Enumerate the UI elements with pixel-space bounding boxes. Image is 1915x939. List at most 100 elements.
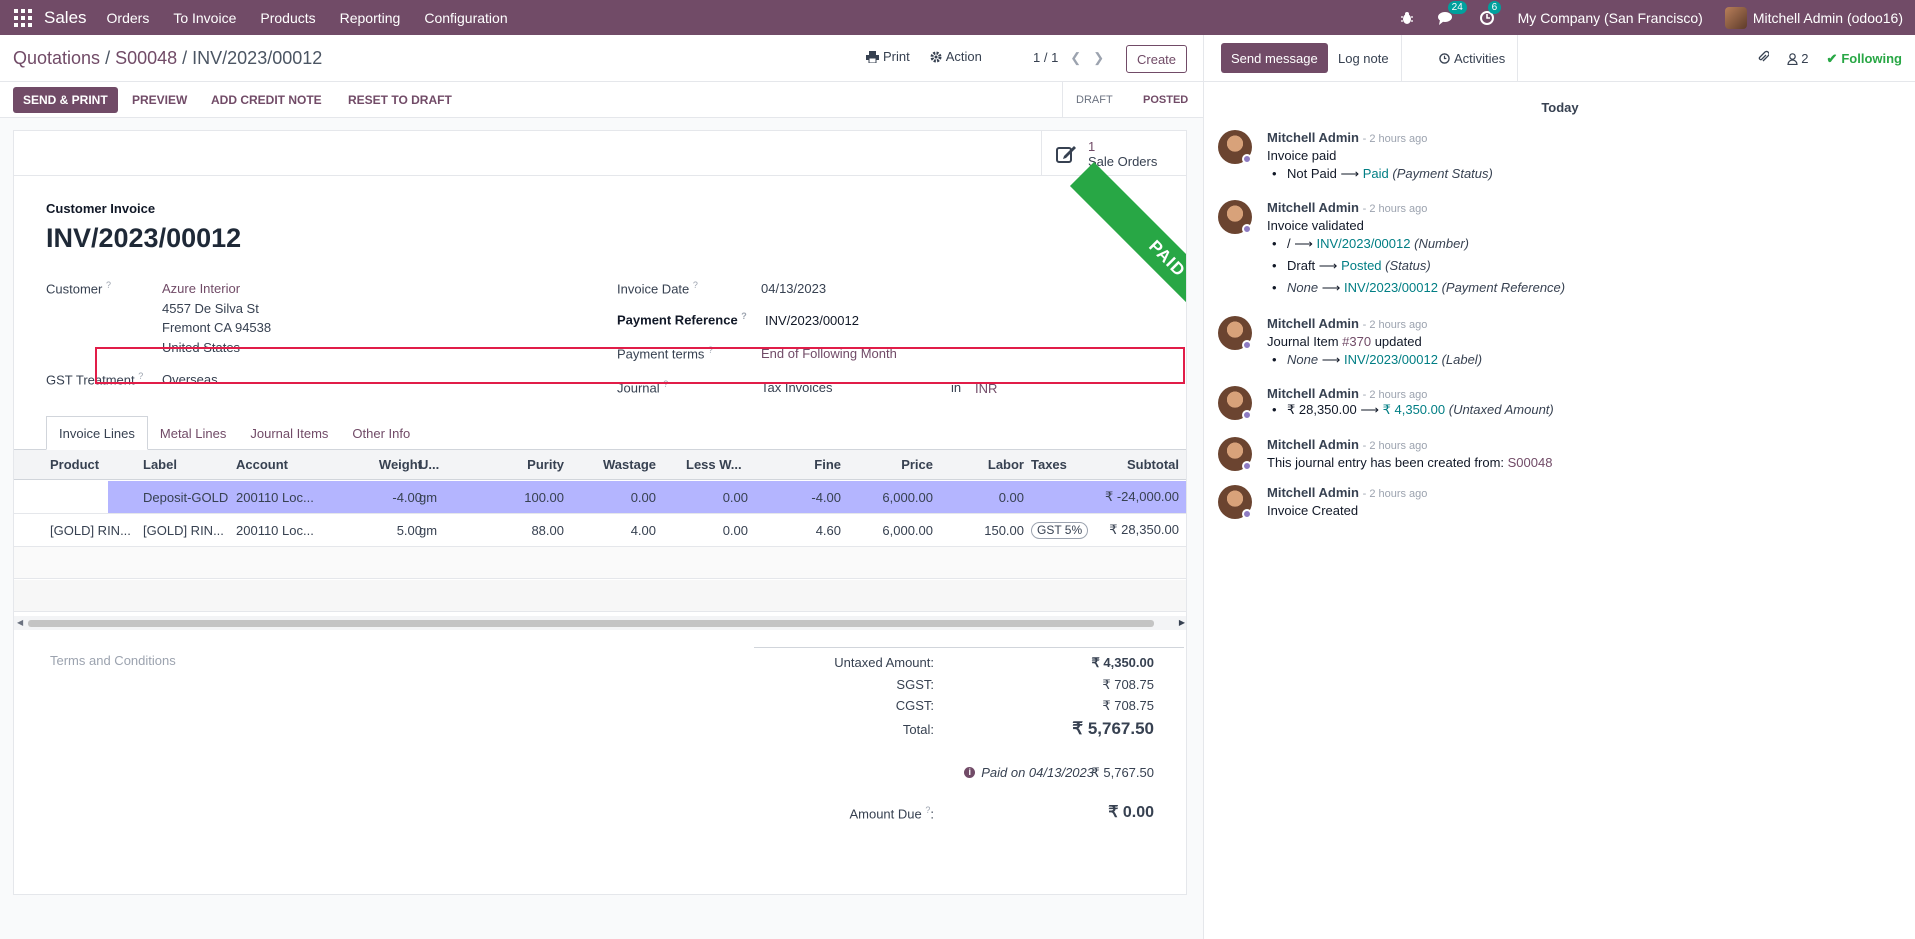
send-message-button[interactable]: Send message [1221, 43, 1328, 73]
company-switcher[interactable]: My Company (San Francisco) [1518, 10, 1703, 26]
cell-less-weight[interactable]: 0.00 [664, 514, 748, 546]
activities-clock-icon[interactable]: 6 [1478, 0, 1502, 27]
payment-reference-input[interactable]: INV/2023/00012 [765, 313, 859, 328]
action-button[interactable]: Action [930, 49, 982, 64]
help-mark[interactable]: ? [663, 379, 668, 389]
stage-draft[interactable]: DRAFT [1076, 82, 1113, 118]
cell-product[interactable] [50, 481, 134, 513]
cell-labor[interactable]: 150.00 [939, 514, 1024, 546]
col-taxes[interactable]: Taxes [1031, 450, 1081, 479]
cell-uom[interactable]: gm [419, 514, 459, 546]
help-mark[interactable]: ? [138, 371, 143, 381]
col-product[interactable]: Product [50, 450, 134, 479]
help-mark[interactable]: ? [708, 345, 713, 355]
terms-and-conditions-placeholder[interactable]: Terms and Conditions [50, 653, 176, 668]
col-account[interactable]: Account [236, 450, 320, 479]
col-labor[interactable]: Labor [939, 450, 1024, 479]
scrollbar-thumb[interactable] [28, 620, 1154, 627]
horizontal-scrollbar[interactable]: ◀ ▶ [14, 616, 1186, 630]
cell-purity[interactable]: 100.00 [474, 481, 564, 513]
col-purity[interactable]: Purity [474, 450, 564, 479]
tab-journal-items[interactable]: Journal Items [238, 416, 340, 450]
col-fine[interactable]: Fine [759, 450, 841, 479]
info-icon[interactable]: i [964, 767, 976, 778]
cell-subtotal[interactable]: ₹ 28,350.00 [1079, 514, 1179, 546]
help-mark[interactable]: ? [693, 280, 698, 290]
menu-orders[interactable]: Orders [107, 10, 150, 26]
log-note-button[interactable]: Log note [1326, 35, 1402, 82]
cell-price[interactable]: 6,000.00 [849, 514, 933, 546]
menu-to-invoice[interactable]: To Invoice [173, 10, 236, 26]
help-mark[interactable]: ? [741, 311, 747, 321]
tab-invoice-lines[interactable]: Invoice Lines [46, 416, 148, 450]
cell-account[interactable]: 200110 Loc... [236, 481, 320, 513]
scroll-right-icon[interactable]: ▶ [1179, 618, 1185, 627]
paperclip-icon[interactable] [1757, 50, 1770, 67]
send-print-button[interactable]: SEND & PRINT [13, 87, 118, 113]
sale-orders-smart-button[interactable]: 1 Sale Orders [1041, 131, 1186, 176]
add-credit-note-button[interactable]: ADD CREDIT NOTE [211, 87, 322, 113]
reset-to-draft-button[interactable]: RESET TO DRAFT [348, 87, 452, 113]
author-name[interactable]: Mitchell Admin [1267, 316, 1359, 331]
user-menu[interactable]: Mitchell Admin (odoo16) [1724, 6, 1903, 29]
cell-label[interactable]: Deposit-GOLD [143, 481, 233, 513]
cell-account[interactable]: 200110 Loc... [236, 514, 320, 546]
menu-products[interactable]: Products [260, 10, 315, 26]
preview-button[interactable]: PREVIEW [132, 87, 187, 113]
cell-weight[interactable]: -4.00 [320, 481, 422, 513]
cell-fine[interactable]: 4.60 [759, 514, 841, 546]
col-weight[interactable]: Weight [320, 450, 422, 479]
chevron-left-icon[interactable]: ❮ [1070, 50, 1081, 66]
cell-weight[interactable]: 5.00 [320, 514, 422, 546]
table-row[interactable]: [GOLD] RIN... [GOLD] RIN... 200110 Loc..… [14, 514, 1186, 547]
author-name[interactable]: Mitchell Admin [1267, 130, 1359, 145]
author-name[interactable]: Mitchell Admin [1267, 200, 1359, 215]
bug-icon[interactable] [1398, 9, 1416, 27]
cell-product[interactable]: [GOLD] RIN... [50, 514, 134, 546]
print-button[interactable]: Print [866, 49, 910, 64]
chevron-right-icon[interactable]: ❯ [1093, 50, 1104, 66]
currency-link[interactable]: INR [975, 381, 997, 396]
table-row[interactable]: Deposit-GOLD 200110 Loc... -4.00 gm 100.… [14, 481, 1186, 514]
activities-button[interactable]: Activities [1427, 35, 1519, 82]
cell-wastage[interactable]: 0.00 [574, 481, 656, 513]
cell-purity[interactable]: 88.00 [474, 514, 564, 546]
col-less-weight[interactable]: Less W... [686, 450, 756, 479]
help-mark[interactable]: ? [106, 280, 111, 290]
apps-menu-icon[interactable] [12, 7, 34, 29]
stage-posted[interactable]: POSTED [1143, 82, 1188, 118]
cell-label[interactable]: [GOLD] RIN... [143, 514, 227, 546]
cell-labor[interactable]: 0.00 [939, 481, 1024, 513]
author-name[interactable]: Mitchell Admin [1267, 485, 1359, 500]
sale-order-link[interactable]: S00048 [1508, 455, 1553, 470]
col-uom[interactable]: U... [419, 450, 459, 479]
menu-configuration[interactable]: Configuration [424, 10, 507, 26]
journal-item-link[interactable]: #370 [1342, 334, 1371, 349]
messages-icon[interactable]: 24 [1437, 0, 1467, 27]
customer-link[interactable]: Azure Interior [162, 281, 240, 296]
menu-reporting[interactable]: Reporting [340, 10, 401, 26]
col-wastage[interactable]: Wastage [574, 450, 656, 479]
cell-less-weight[interactable]: 0.00 [664, 481, 748, 513]
cell-subtotal[interactable]: ₹ -24,000.00 [1079, 481, 1179, 513]
breadcrumb-quotations[interactable]: Quotations [13, 48, 100, 68]
pager-value[interactable]: 1 / 1 [1033, 50, 1058, 66]
col-price[interactable]: Price [849, 450, 933, 479]
breadcrumb-order[interactable]: S00048 [115, 48, 177, 68]
scroll-left-icon[interactable]: ◀ [17, 618, 23, 627]
cell-fine[interactable]: -4.00 [759, 481, 841, 513]
tab-metal-lines[interactable]: Metal Lines [148, 416, 238, 450]
author-name[interactable]: Mitchell Admin [1267, 437, 1359, 452]
cell-taxes[interactable] [1031, 481, 1081, 513]
cell-wastage[interactable]: 4.00 [574, 514, 656, 546]
app-name[interactable]: Sales [44, 8, 87, 28]
tab-other-info[interactable]: Other Info [340, 416, 422, 450]
cell-price[interactable]: 6,000.00 [849, 481, 933, 513]
followers-button[interactable]: 2 [1787, 51, 1808, 66]
col-subtotal[interactable]: Subtotal [1089, 450, 1179, 479]
payment-terms-link[interactable]: End of Following Month [761, 346, 897, 361]
following-button[interactable]: ✔ Following [1826, 51, 1902, 67]
cell-uom[interactable]: gm [419, 481, 459, 513]
create-button[interactable]: Create [1126, 45, 1188, 73]
col-label[interactable]: Label [143, 450, 227, 479]
